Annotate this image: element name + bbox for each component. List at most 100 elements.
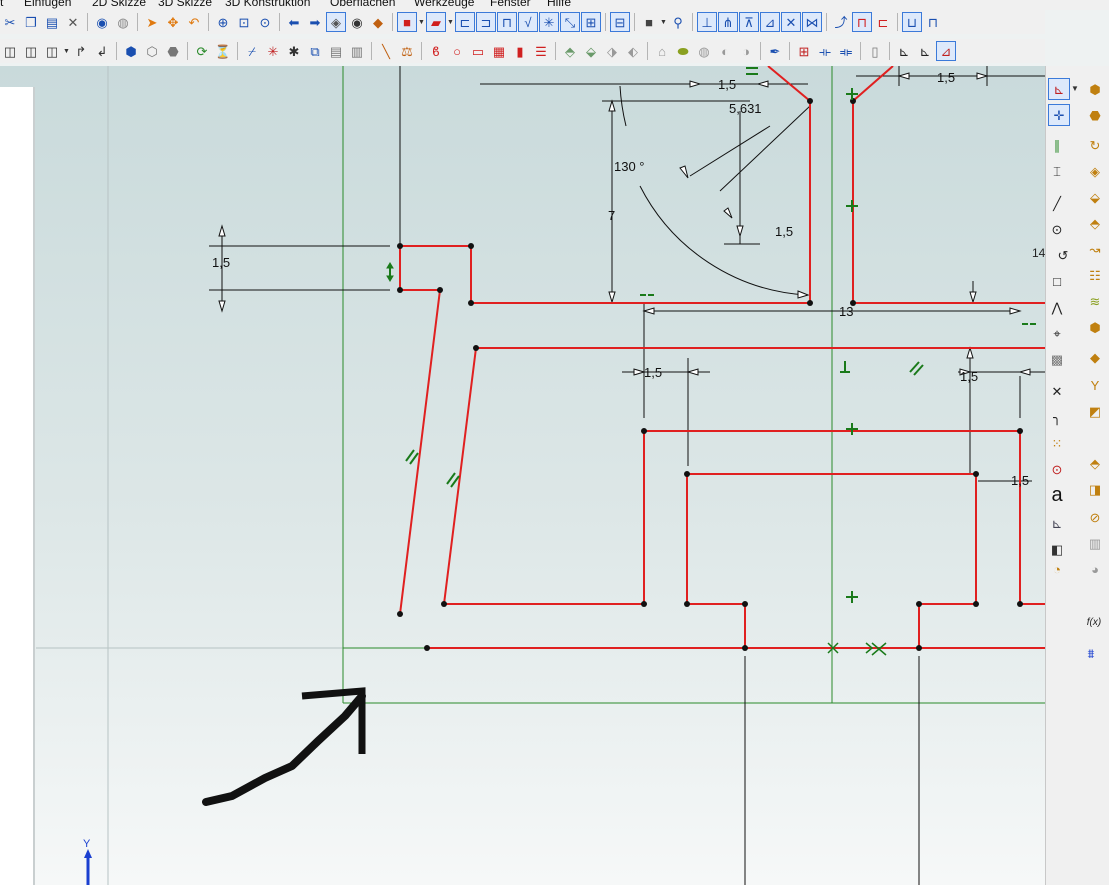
menu-item-3d-konstruktion[interactable]: 3D Konstruktion <box>225 0 310 9</box>
dim-3-icon[interactable]: ⊓ <box>497 12 517 32</box>
tool-6-icon[interactable]: ⬖ <box>623 41 643 61</box>
tool-8-icon[interactable]: ⬬ <box>673 41 693 61</box>
eye-icon[interactable]: ◉ <box>347 12 367 32</box>
dropdown-arrow-icon[interactable]: ▼ <box>660 12 667 32</box>
constraint-4-icon[interactable]: ⊿ <box>760 12 780 32</box>
corner-2-icon[interactable]: ▯ <box>865 41 885 61</box>
tool-2-icon[interactable]: ☰ <box>531 41 551 61</box>
tool-3-icon[interactable]: ⬘ <box>560 41 580 61</box>
balance-icon[interactable]: ▥ <box>347 41 367 61</box>
feature-tree-panel[interactable] <box>0 87 35 885</box>
frame-1-icon[interactable]: ⊔ <box>902 12 922 32</box>
part-4-icon[interactable]: ⟳ <box>192 41 212 61</box>
pen-icon[interactable]: ◐ <box>715 41 735 61</box>
menu-item-2d-skizze[interactable]: 2D Skizze <box>92 0 146 9</box>
view-icon[interactable]: ⊟ <box>610 12 630 32</box>
part-3-icon[interactable]: ⬣ <box>163 41 183 61</box>
dimension-text[interactable]: 5,631 <box>729 101 762 116</box>
curve-3-icon[interactable]: ⊏ <box>873 12 893 32</box>
constraint-2-icon[interactable]: ⋔ <box>718 12 738 32</box>
spring-icon[interactable]: ≋ <box>1084 290 1106 312</box>
solid-box-icon[interactable]: ◧ <box>1046 538 1068 560</box>
center-point-icon[interactable]: ⌖ <box>1046 322 1068 344</box>
curve-2-icon[interactable]: ⊓ <box>852 12 872 32</box>
frame-corner-icon[interactable]: ⊾ <box>915 41 935 61</box>
rectangle-icon[interactable]: □ <box>1046 270 1068 292</box>
move-icon[interactable]: ✥ <box>163 12 183 32</box>
loft-icon[interactable]: ☷ <box>1084 264 1106 286</box>
dimension-text[interactable]: 130 ° <box>614 159 645 174</box>
zoom-all-icon[interactable]: ⊙ <box>255 12 275 32</box>
dim-6-icon[interactable]: ⤡ <box>560 12 580 32</box>
menu-item-fenster[interactable]: Fenster <box>490 0 531 9</box>
render-icon[interactable]: ◆ <box>368 12 388 32</box>
dropdown-arrow-icon[interactable]: ▼ <box>418 12 425 32</box>
part-1-icon[interactable]: ⬢ <box>121 41 141 61</box>
line-icon[interactable]: ╱ <box>1046 192 1068 214</box>
delete-icon[interactable]: ✕ <box>63 12 83 32</box>
frame-b-icon[interactable]: ◫ <box>21 41 41 61</box>
cut-icon[interactable]: ✂ <box>0 12 20 32</box>
zoom-window-icon[interactable]: ⊡ <box>234 12 254 32</box>
dimension-text[interactable]: 1,5 <box>1011 473 1029 488</box>
constraint-1-icon[interactable]: ⊥ <box>697 12 717 32</box>
function-icon[interactable]: f(x) <box>1080 612 1108 634</box>
frame-c-icon[interactable]: ◫ <box>42 41 62 61</box>
tool-1-icon[interactable]: ▮ <box>510 41 530 61</box>
dim-5-icon[interactable]: ✳ <box>539 12 559 32</box>
fillet-icon[interactable]: ╮ <box>1046 406 1068 428</box>
tree-icon[interactable]: ⚲ <box>668 12 688 32</box>
menu-item-3d-skizze[interactable]: 3D Skizze <box>158 0 212 9</box>
lines-icon[interactable]: ▦ <box>489 41 509 61</box>
sketch-canvas[interactable]: 1,5 1,5 5,631 130 ° 7 1,5 1,5 13 1,5 1,5… <box>0 66 1045 885</box>
curve-1-icon[interactable]: ⤴ <box>831 12 851 32</box>
align-1-icon[interactable]: ✒ <box>765 41 785 61</box>
back-icon[interactable]: ⬅ <box>284 12 304 32</box>
tool-9-icon[interactable]: ◍ <box>694 41 714 61</box>
dimension-text[interactable]: 1,5 <box>775 224 793 239</box>
sketch-active-icon[interactable]: ⊿ <box>936 41 956 61</box>
forward-icon[interactable]: ➡ <box>305 12 325 32</box>
sketch-box-icon[interactable]: ⊾ <box>1046 512 1068 534</box>
circle-center-icon[interactable]: ⊙ <box>1046 458 1068 480</box>
component-icon[interactable]: ✱ <box>284 41 304 61</box>
box-icon[interactable]: ■ <box>639 12 659 32</box>
frame-a-icon[interactable]: ◫ <box>0 41 20 61</box>
trim-icon[interactable]: ✕ <box>1046 380 1068 402</box>
solid-red-icon[interactable]: ■ <box>397 12 417 32</box>
stop-icon[interactable]: ◍ <box>113 12 133 32</box>
sketch-drawing[interactable]: 1,5 1,5 5,631 130 ° 7 1,5 1,5 13 1,5 1,5… <box>0 66 1045 885</box>
arc-icon[interactable]: ↺ <box>1052 244 1074 266</box>
pin-icon[interactable]: ⏳ <box>213 41 233 61</box>
dropdown-arrow-icon[interactable]: ▼ <box>63 41 70 61</box>
boolean-icon[interactable]: ◨ <box>1084 478 1106 500</box>
menu-item-einfuegen[interactable]: Einfügen <box>24 0 71 9</box>
axis-icon[interactable]: ⌿ <box>242 41 262 61</box>
solid-3-icon[interactable]: ◔ <box>1046 558 1068 580</box>
grid-icon[interactable]: ◑ <box>736 41 756 61</box>
drill-icon[interactable]: ⊘ <box>1084 506 1106 528</box>
fill-icon[interactable]: ▩ <box>1046 348 1068 370</box>
sketch-mode-icon[interactable]: ⊾ <box>1048 78 1070 100</box>
dim-7-icon[interactable]: ⊞ <box>581 12 601 32</box>
paste-icon[interactable]: ▤ <box>42 12 62 32</box>
menu-item-oberflaechen[interactable]: Oberflächen <box>330 0 395 9</box>
solid-2-icon[interactable]: ⬣ <box>1084 104 1106 126</box>
corner-1-icon[interactable]: ⟚ <box>836 41 856 61</box>
zoom-in-icon[interactable]: ⊕ <box>213 12 233 32</box>
rect-icon[interactable]: ϐ <box>426 41 446 61</box>
sketch-1-icon[interactable]: ╲ <box>376 41 396 61</box>
thread-icon[interactable]: ◩ <box>1084 400 1106 422</box>
dimension-text[interactable]: 1,5 <box>960 369 978 384</box>
dimension-text[interactable]: 13 <box>839 304 853 319</box>
pattern-icon[interactable]: ○ <box>447 41 467 61</box>
dim-1-icon[interactable]: ⊏ <box>455 12 475 32</box>
dropdown-arrow-icon[interactable]: ▼ <box>1070 78 1080 100</box>
constraint-3-icon[interactable]: ⊼ <box>739 12 759 32</box>
constraint-6-icon[interactable]: ⋈ <box>802 12 822 32</box>
circle-icon[interactable]: ⚖ <box>397 41 417 61</box>
sweep-icon[interactable]: ↝ <box>1084 238 1106 260</box>
ruler-icon[interactable]: ▤ <box>326 41 346 61</box>
solid-red-2-icon[interactable]: ▰ <box>426 12 446 32</box>
fold-2-icon[interactable]: ↲ <box>92 41 112 61</box>
